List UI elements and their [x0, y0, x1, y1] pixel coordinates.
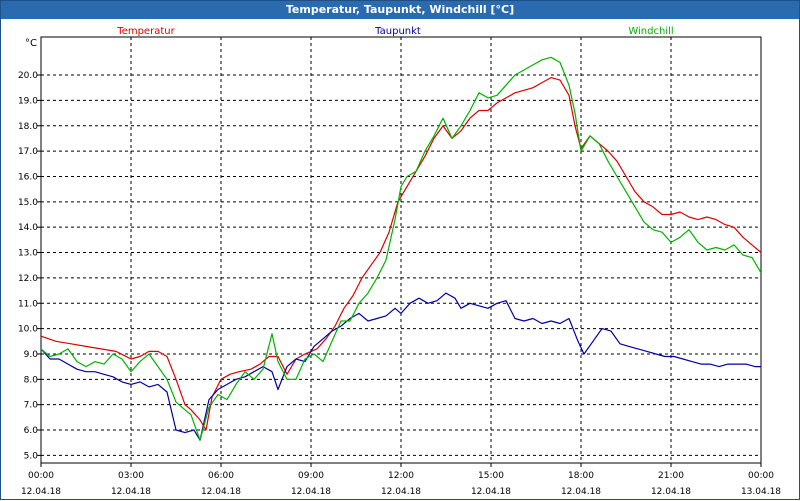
line-chart: 5.0 6.0 7.0 8.0 9.0 10.0 11.0 12.0 13.0 14.0 15.0 1… — [18, 26, 781, 497]
y-tick-label: 5.0 — [24, 451, 39, 461]
x-tick-label-date: 12.04.18 — [381, 487, 421, 497]
y-tick-label: 18.0 — [18, 122, 38, 132]
x-tick-label-date: 12.04.18 — [201, 487, 241, 497]
y-tick-label: 20.0 — [18, 71, 38, 81]
x-tick-label-date: 12.04.18 — [471, 487, 511, 497]
y-tick-label: 8.0 — [24, 375, 39, 385]
y-tick-label: 17.0 — [18, 147, 38, 157]
x-tick-label-date: 12.04.18 — [561, 487, 601, 497]
x-tick-label-time: 15:00 — [478, 471, 504, 481]
y-axis-label: °C — [25, 38, 37, 49]
x-tick-label-time: 00:00 — [28, 471, 54, 481]
y-tick-label: 6.0 — [24, 426, 39, 436]
y-tick-label: 7.0 — [24, 401, 39, 411]
x-tick-label-time: 18:00 — [568, 471, 594, 481]
y-tick-label: 9.0 — [24, 350, 39, 360]
x-tick-label-time: 00:00 — [748, 471, 774, 481]
x-tick-label-date: 12.04.18 — [651, 487, 691, 497]
x-tick-label-time: 12:00 — [388, 471, 414, 481]
x-tick-label-time: 21:00 — [658, 471, 684, 481]
chart-window: Temperatur, Taupunkt, Windchill [°C] 5.0… — [0, 0, 800, 500]
y-tick-label: 10.0 — [18, 325, 38, 335]
x-tick-label-date: 12.04.18 — [21, 487, 61, 497]
x-tick-label-time: 06:00 — [208, 471, 234, 481]
y-tick-label: 13.0 — [18, 249, 38, 259]
x-tick-label-time: 03:00 — [118, 471, 144, 481]
x-tick-label-date: 12.04.18 — [111, 487, 151, 497]
y-tick-label: 11.0 — [18, 299, 38, 309]
x-tick-label-date: 12.04.18 — [291, 487, 331, 497]
legend-temperatur: Temperatur — [116, 26, 175, 37]
y-tick-label: 19.0 — [18, 96, 38, 106]
y-tick-label: 15.0 — [18, 198, 38, 208]
legend-taupunkt: Taupunkt — [374, 26, 421, 37]
x-tick-label-date: 13.04.18 — [741, 487, 781, 497]
x-tick-label-time: 09:00 — [298, 471, 324, 481]
y-tick-label: 16.0 — [18, 172, 38, 182]
y-tick-label: 14.0 — [18, 223, 38, 233]
y-tick-label: 12.0 — [18, 274, 38, 284]
legend-windchill: Windchill — [628, 26, 673, 37]
